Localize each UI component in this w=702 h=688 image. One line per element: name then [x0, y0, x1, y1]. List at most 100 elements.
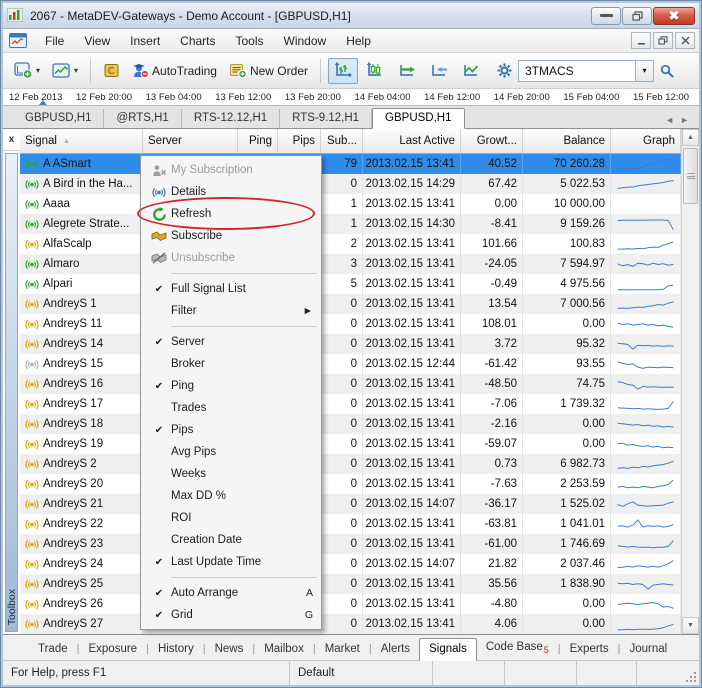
table-row[interactable]: Almaro 3 2013.02.15 13:41 -24.05 7 594.97: [20, 254, 681, 274]
context-menu-item-ping[interactable]: ✔ Ping: [141, 375, 321, 397]
minimize-button[interactable]: [591, 6, 621, 25]
toolbox-tab-signals[interactable]: Signals: [419, 638, 477, 661]
toolbox-tab-history[interactable]: History: [149, 639, 203, 660]
restore-button[interactable]: [622, 6, 652, 25]
settings-button[interactable]: [492, 58, 518, 84]
table-row[interactable]: AndreyS 16 0 2013.02.15 13:41 -48.50 74.75: [20, 374, 681, 394]
history-center-button[interactable]: [98, 58, 125, 84]
context-menu-item-full-signal-list[interactable]: ✔ Full Signal List: [141, 278, 321, 300]
toolbox-tab-exposure[interactable]: Exposure: [79, 639, 146, 660]
chart-tab-gbpusd-h1[interactable]: GBPUSD,H1: [372, 108, 465, 129]
table-row[interactable]: AndreyS 26 0 2013.02.15 13:41 -4.80 0.00: [20, 594, 681, 614]
table-row[interactable]: AndreyS 17 0 2013.02.15 13:41 -7.06 1 739.32: [20, 394, 681, 414]
toolbox-tab-news[interactable]: News: [206, 639, 253, 660]
chart-tab-gbpusd-h1[interactable]: GBPUSD,H1: [13, 109, 105, 128]
toolbox-tab-market[interactable]: Market: [316, 639, 369, 660]
tab-scroll-left-icon[interactable]: ◄: [665, 115, 674, 125]
toolbox-edge[interactable]: Toolbox: [5, 153, 18, 632]
table-row[interactable]: AndreyS 19 0 2013.02.15 13:41 -59.07 0.00: [20, 434, 681, 454]
context-menu-item-filter[interactable]: Filter ►: [141, 300, 321, 322]
table-row[interactable]: AndreyS 20 0 2013.02.15 13:41 -7.63 2 253.59: [20, 474, 681, 494]
context-menu-item-trades[interactable]: Trades: [141, 397, 321, 419]
tab-scroll-right-icon[interactable]: ►: [680, 115, 689, 125]
context-menu-item-server[interactable]: ✔ Server: [141, 331, 321, 353]
chart-tab-rts-12-12-h1[interactable]: RTS-12.12,H1: [182, 109, 281, 128]
auto-scroll-button[interactable]: [424, 58, 454, 84]
menu-help[interactable]: Help: [336, 31, 381, 51]
context-menu-item-grid[interactable]: ✔ Grid G: [141, 604, 321, 626]
scroll-down-button[interactable]: ▼: [682, 617, 699, 634]
candlestick-mode-button[interactable]: [360, 58, 390, 84]
table-row[interactable]: AndreyS 23 0 2013.02.15 13:41 -61.00 1 746.6…: [20, 534, 681, 554]
table-row[interactable]: AndreyS 24 0 2013.02.15 14:07 21.82 2 037.46: [20, 554, 681, 574]
new-chart-button[interactable]: ▾: [9, 58, 45, 84]
scroll-thumb[interactable]: [683, 148, 698, 204]
menu-view[interactable]: View: [74, 31, 120, 51]
column-header-sub[interactable]: Sub...: [321, 129, 363, 153]
context-menu-item-details[interactable]: Details: [141, 181, 321, 203]
column-header-last_active[interactable]: Last Active: [363, 129, 461, 153]
toolbox-tab-experts[interactable]: Experts: [561, 639, 618, 660]
toolbox-tab-alerts[interactable]: Alerts: [372, 639, 419, 660]
table-row[interactable]: AndreyS 22 0 2013.02.15 13:41 -63.81 1 041.0…: [20, 514, 681, 534]
vertical-scrollbar[interactable]: ▲ ▼: [681, 129, 699, 634]
menu-window[interactable]: Window: [274, 31, 337, 51]
table-row[interactable]: AndreyS 2 0 2013.02.15 13:41 0.73 6 982.73: [20, 454, 681, 474]
chart-tab-rts-9-12-h1[interactable]: RTS-9.12,H1: [280, 109, 373, 128]
table-row[interactable]: AndreyS 11 0 2013.02.15 13:41 108.01 0.00: [20, 314, 681, 334]
toolbox-tab-code-base[interactable]: Code Base5: [477, 637, 558, 660]
menu-tools[interactable]: Tools: [226, 31, 274, 51]
mdi-minimize-button[interactable]: [631, 32, 651, 49]
mdi-close-button[interactable]: [675, 32, 695, 49]
autotrading-button[interactable]: AutoTrading: [127, 58, 222, 84]
line-chart-mode-button[interactable]: [456, 58, 486, 84]
context-menu-item-subscribe[interactable]: Subscribe: [141, 225, 321, 247]
context-menu-item-creation-date[interactable]: Creation Date: [141, 529, 321, 551]
table-row[interactable]: AndreyS 1 0 2013.02.15 13:41 13.54 7 000.56: [20, 294, 681, 314]
column-header-pips[interactable]: Pips: [278, 129, 321, 153]
table-row[interactable]: AlfaScalp 2 2013.02.15 13:41 101.66 100.83: [20, 234, 681, 254]
column-header-balance[interactable]: Balance: [523, 129, 611, 153]
table-row[interactable]: A Bird in the Ha... 0 2013.02.15 14:29 67.4…: [20, 174, 681, 194]
table-row[interactable]: AndreyS 18 0 2013.02.15 13:41 -2.16 0.00: [20, 414, 681, 434]
symbol-dropdown-button[interactable]: ▾: [635, 59, 654, 82]
toolbox-tab-mailbox[interactable]: Mailbox: [255, 639, 313, 660]
toolbox-tab-journal[interactable]: Journal: [620, 639, 676, 660]
scroll-up-button[interactable]: ▲: [682, 129, 699, 146]
context-menu-item-pips[interactable]: ✔ Pips: [141, 419, 321, 441]
resize-grip-icon[interactable]: [683, 661, 699, 685]
menu-insert[interactable]: Insert: [120, 31, 170, 51]
table-row[interactable]: AndreyS 27 0 2013.02.15 13:41 4.06 0.00: [20, 614, 681, 634]
table-row[interactable]: AndreyS 21 0 2013.02.15 14:07 -36.17 1 525.0…: [20, 494, 681, 514]
chart-shift-button[interactable]: [392, 58, 422, 84]
context-menu-item-avg-pips[interactable]: Avg Pips: [141, 441, 321, 463]
column-header-graph[interactable]: Graph: [611, 129, 681, 153]
column-header-signal[interactable]: Signal ▲: [20, 129, 143, 153]
table-row[interactable]: AndreyS 14 0 2013.02.15 13:41 3.72 95.32: [20, 334, 681, 354]
context-menu-item-max-dd-[interactable]: Max DD %: [141, 485, 321, 507]
context-menu-item-weeks[interactable]: Weeks: [141, 463, 321, 485]
table-row[interactable]: Aaaa 1 2013.02.15 13:41 0.00 10 000.00: [20, 194, 681, 214]
scroll-track[interactable]: [682, 146, 699, 617]
table-row[interactable]: AndreyS 15 0 2013.02.15 12:44 -61.42 93.55: [20, 354, 681, 374]
table-row[interactable]: Alpari 5 2013.02.15 13:41 -0.49 4 975.56: [20, 274, 681, 294]
table-row[interactable]: AndreyS 25 0 2013.02.15 13:41 35.56 1 838.90: [20, 574, 681, 594]
menu-charts[interactable]: Charts: [170, 31, 225, 51]
column-header-server[interactable]: Server: [143, 129, 238, 153]
search-button[interactable]: [654, 58, 680, 84]
context-menu-item-roi[interactable]: ROI: [141, 507, 321, 529]
context-menu-item-last-update-time[interactable]: ✔ Last Update Time: [141, 551, 321, 573]
mdi-restore-button[interactable]: [653, 32, 673, 49]
profiles-button[interactable]: ▾: [47, 58, 83, 84]
panel-close-button[interactable]: x: [3, 129, 20, 151]
bar-chart-mode-button[interactable]: [327, 57, 358, 84]
new-order-button[interactable]: New Order: [224, 58, 313, 84]
table-row[interactable]: A ASmart 79 2013.02.15 13:41 40.52 70 260.28: [20, 154, 681, 174]
close-button[interactable]: ✖: [653, 6, 695, 25]
column-header-growth[interactable]: Growt...: [461, 129, 523, 153]
context-menu-item-broker[interactable]: Broker: [141, 353, 321, 375]
menu-file[interactable]: File: [35, 31, 74, 51]
chart-tab--rts-h1[interactable]: @RTS,H1: [104, 109, 182, 128]
toolbox-tab-trade[interactable]: Trade: [29, 639, 77, 660]
context-menu-item-auto-arrange[interactable]: ✔ Auto Arrange A: [141, 582, 321, 604]
